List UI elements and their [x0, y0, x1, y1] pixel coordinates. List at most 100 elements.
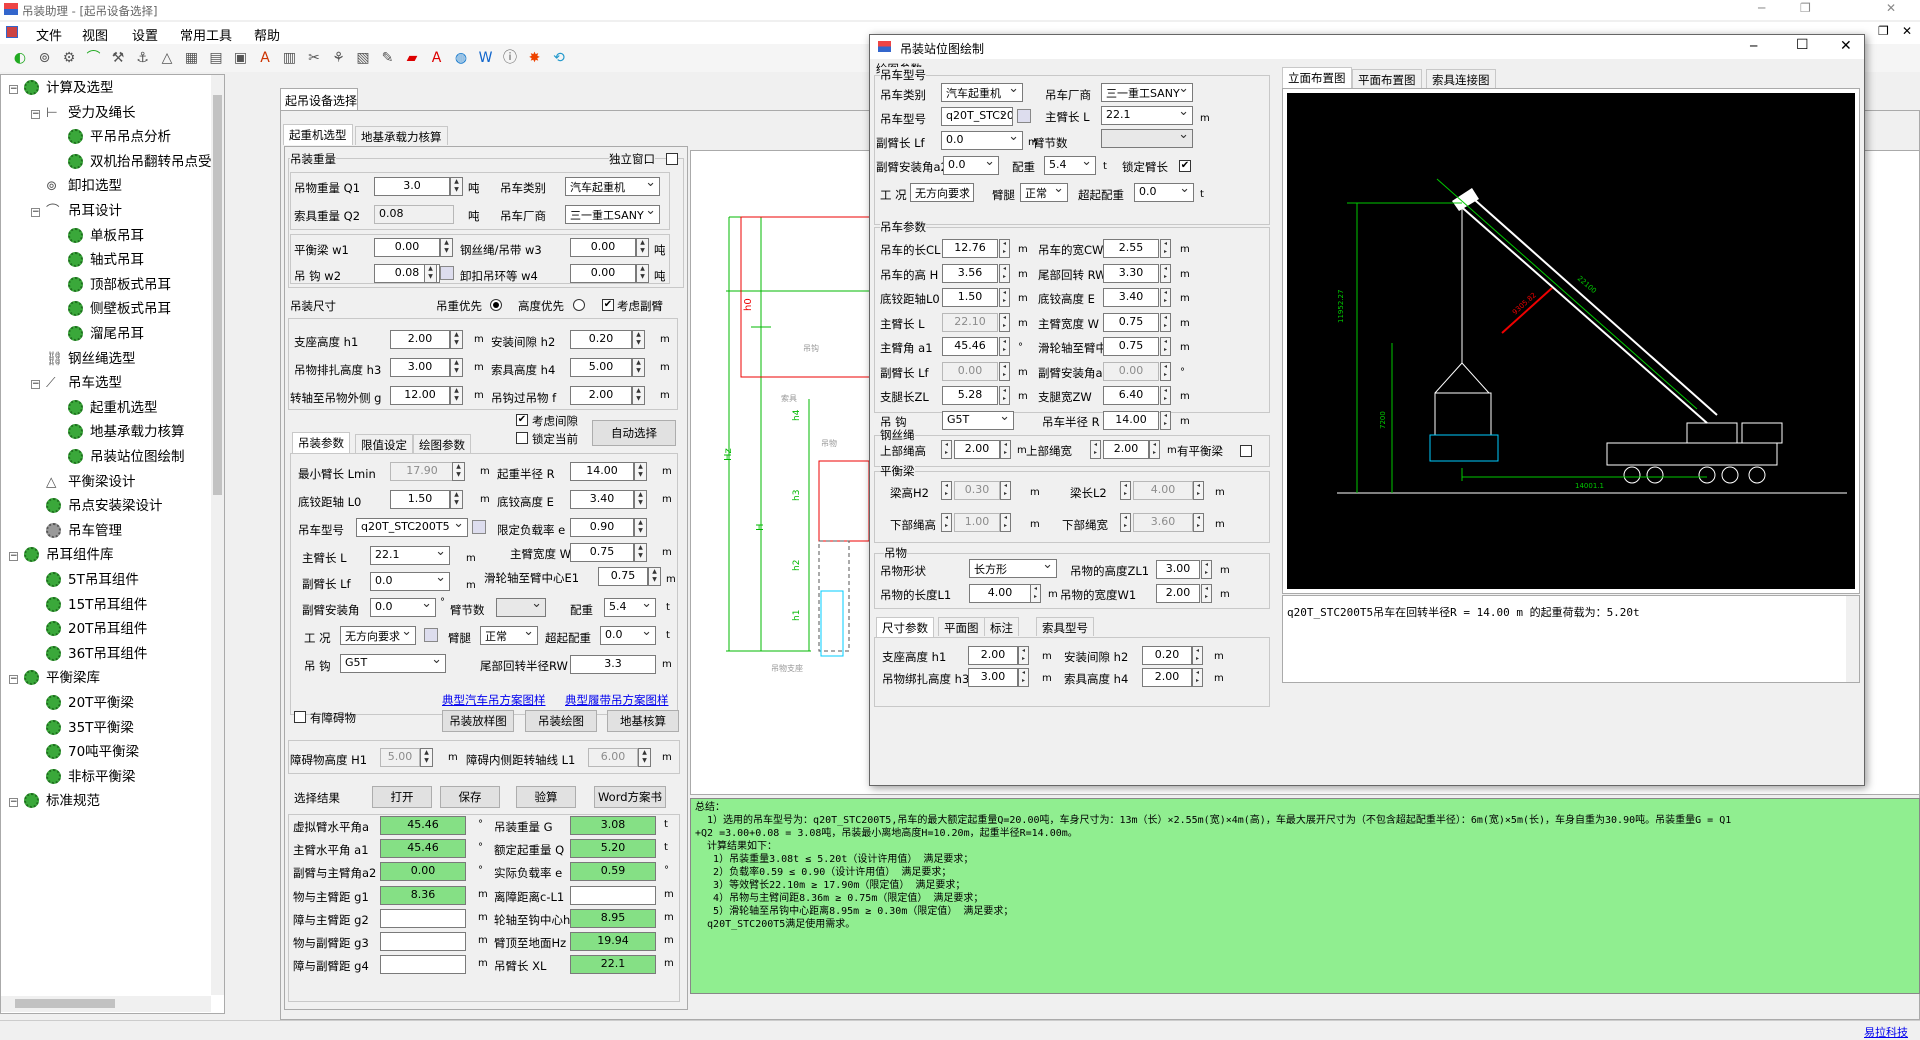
- beam-icon[interactable]: ▦: [182, 48, 202, 68]
- crane-type-select[interactable]: 汽车起重机: [565, 177, 660, 196]
- document-tab[interactable]: 起吊设备选择: [280, 88, 358, 110]
- d-bh1-spinner[interactable]: ◂ ▸: [1018, 646, 1029, 665]
- obstacle-height-input[interactable]: 5.00: [380, 748, 420, 767]
- d-outrigger-select[interactable]: 正常: [1020, 183, 1068, 202]
- tree-item[interactable]: 36T吊耳组件: [31, 643, 147, 665]
- hook-pick-icon[interactable]: [440, 266, 454, 280]
- g-input[interactable]: 12.00: [390, 386, 450, 405]
- work-pick-icon[interactable]: [424, 628, 438, 642]
- tree-scroll-thumb[interactable]: [213, 95, 222, 495]
- tree-item[interactable]: 20T吊耳组件: [31, 618, 147, 640]
- tree-item[interactable]: 20T平衡梁: [31, 692, 134, 714]
- d-rw-input[interactable]: 3.30: [1103, 263, 1159, 283]
- d-bh3-spinner[interactable]: ◂ ▸: [1018, 668, 1029, 687]
- d-bh-spinner-left[interactable]: ◂ ▸: [941, 481, 952, 500]
- d-e1-spinner[interactable]: ◂ ▸: [1160, 337, 1171, 356]
- d-ml-input[interactable]: 22.10: [942, 312, 998, 332]
- d-beam-checkbox[interactable]: [1240, 445, 1252, 457]
- save-icon[interactable]: ▣: [231, 48, 251, 68]
- d-cl-spinner[interactable]: ◂ ▸: [999, 239, 1010, 258]
- jib-angle-select[interactable]: 0.0: [370, 598, 436, 617]
- tab-rigging[interactable]: 索具连接图: [1426, 69, 1496, 88]
- calculator-icon[interactable]: ▥: [280, 48, 300, 68]
- h3-spinner[interactable]: ▲ ▼: [450, 358, 463, 377]
- d-dh-spinner[interactable]: ◂ ▸: [1000, 513, 1011, 532]
- tree-item[interactable]: 15T吊耳组件: [31, 594, 147, 616]
- tab-limit-settings[interactable]: 限值设定: [355, 434, 413, 453]
- dialog-close-button[interactable]: ✕: [1840, 38, 1852, 54]
- q2-input[interactable]: 0.08: [374, 205, 454, 224]
- grid-icon[interactable]: ▤: [206, 48, 226, 68]
- menu-view[interactable]: 视图: [82, 25, 108, 44]
- status-scrollbar[interactable]: [1846, 596, 1859, 682]
- obstacle-checkbox[interactable]: [294, 711, 306, 723]
- tree-collapse-icon[interactable]: −: [9, 85, 18, 94]
- w4-input[interactable]: 0.00: [570, 264, 636, 283]
- lmin-input[interactable]: 17.90: [390, 462, 454, 481]
- d-zl1-spinner[interactable]: ◂ ▸: [1201, 560, 1212, 579]
- tree-item[interactable]: − 标准规范: [9, 790, 100, 812]
- d-up-spinner[interactable]: ◂ ▸: [1000, 440, 1011, 459]
- tree-item[interactable]: − 计算及选型: [9, 77, 114, 99]
- tree-item[interactable]: 吊装站位图绘制: [53, 446, 185, 468]
- w2-spinner[interactable]: ▲ ▼: [424, 264, 437, 283]
- d-work-select[interactable]: 无方向要求: [910, 183, 974, 202]
- scissors-icon[interactable]: ✂: [304, 48, 324, 68]
- d-l1-input[interactable]: 4.00: [969, 584, 1031, 603]
- tree-item[interactable]: 地基承载力核算: [53, 421, 185, 443]
- h1-input[interactable]: 2.00: [390, 330, 450, 349]
- company-link[interactable]: 易拉科技: [1864, 1024, 1908, 1040]
- e-spinner[interactable]: ▲ ▼: [634, 490, 647, 509]
- d-a1-spinner[interactable]: ◂ ▸: [999, 337, 1010, 356]
- h3-input[interactable]: 3.00: [390, 358, 450, 377]
- tree-item[interactable]: 双机抬吊翻转吊点受力: [53, 151, 225, 173]
- tree-item[interactable]: 溜尾吊耳: [53, 323, 144, 345]
- d-zw-spinner[interactable]: ◂ ▸: [1160, 386, 1171, 405]
- verify-button[interactable]: 验算: [516, 786, 576, 808]
- tab-crane-selection[interactable]: 起重机选型: [283, 124, 353, 145]
- d-l1-spinner[interactable]: ◂ ▸: [1030, 584, 1041, 603]
- hook-icon[interactable]: ⚓: [133, 48, 153, 68]
- result-value-right[interactable]: 19.94: [570, 932, 656, 951]
- tab-drawing-params[interactable]: 绘图参数: [413, 434, 471, 453]
- tree-item[interactable]: 35T平衡梁: [31, 717, 134, 739]
- tree-item[interactable]: − 吊耳组件库: [9, 544, 114, 566]
- result-value-left[interactable]: [380, 932, 466, 951]
- work-condition-select[interactable]: 无方向要求: [340, 626, 416, 645]
- d-uw-input[interactable]: 2.00: [1103, 440, 1149, 459]
- d-model-pick-icon[interactable]: [1017, 109, 1031, 123]
- d-bl-spinner-left[interactable]: ◂ ▸: [1120, 481, 1131, 500]
- d-dw-spinner[interactable]: ◂ ▸: [1193, 513, 1204, 532]
- edit-icon[interactable]: ✎: [378, 48, 398, 68]
- curve-icon[interactable]: ⌒: [84, 48, 104, 68]
- dialog-minimize-button[interactable]: ─: [1750, 39, 1757, 53]
- super-lift-select[interactable]: 0.0: [600, 626, 656, 645]
- counterweight-select[interactable]: 5.4: [604, 598, 656, 617]
- gear-tool-icon[interactable]: ⚙: [59, 48, 79, 68]
- obstacle-distance-spinner[interactable]: ▲ ▼: [638, 748, 651, 767]
- d-zl-input[interactable]: 5.28: [942, 386, 998, 405]
- lock-current-checkbox[interactable]: [516, 432, 528, 444]
- d-bottom-tab[interactable]: 尺寸参数: [876, 617, 934, 638]
- w4-spinner[interactable]: ▲ ▼: [636, 264, 649, 283]
- result-value-right[interactable]: [570, 885, 656, 905]
- d-jib-angle-select[interactable]: 0.0: [943, 156, 999, 175]
- obstacle-distance-input[interactable]: 6.00: [588, 748, 638, 767]
- d-uw-spinner[interactable]: ◂ ▸: [1149, 440, 1160, 459]
- h2-spinner[interactable]: ▲ ▼: [632, 330, 645, 349]
- tree-vertical-scrollbar[interactable]: [211, 75, 224, 995]
- result-value-right[interactable]: 3.08: [570, 816, 656, 835]
- tools-icon[interactable]: ⚘: [329, 48, 349, 68]
- tree-item[interactable]: − ⌒ 吊耳设计: [31, 200, 122, 222]
- d-bottom-tab[interactable]: 标注: [984, 617, 1019, 636]
- w3-input[interactable]: 0.00: [570, 238, 636, 257]
- w1-input[interactable]: 0.00: [374, 238, 440, 257]
- mdi-close-button[interactable]: ✕: [1902, 24, 1912, 38]
- w3-spinner[interactable]: ▲ ▼: [636, 238, 649, 257]
- d-e1-input[interactable]: 0.75: [1103, 337, 1159, 356]
- paper-icon[interactable]: ▧: [353, 48, 373, 68]
- d-l0-spinner[interactable]: ◂ ▸: [999, 288, 1010, 307]
- d-zl-spinner[interactable]: ◂ ▸: [999, 386, 1010, 405]
- tab-hoist-params[interactable]: 吊装参数: [292, 432, 350, 453]
- d-bottom-tab[interactable]: 索具型号: [1036, 617, 1094, 636]
